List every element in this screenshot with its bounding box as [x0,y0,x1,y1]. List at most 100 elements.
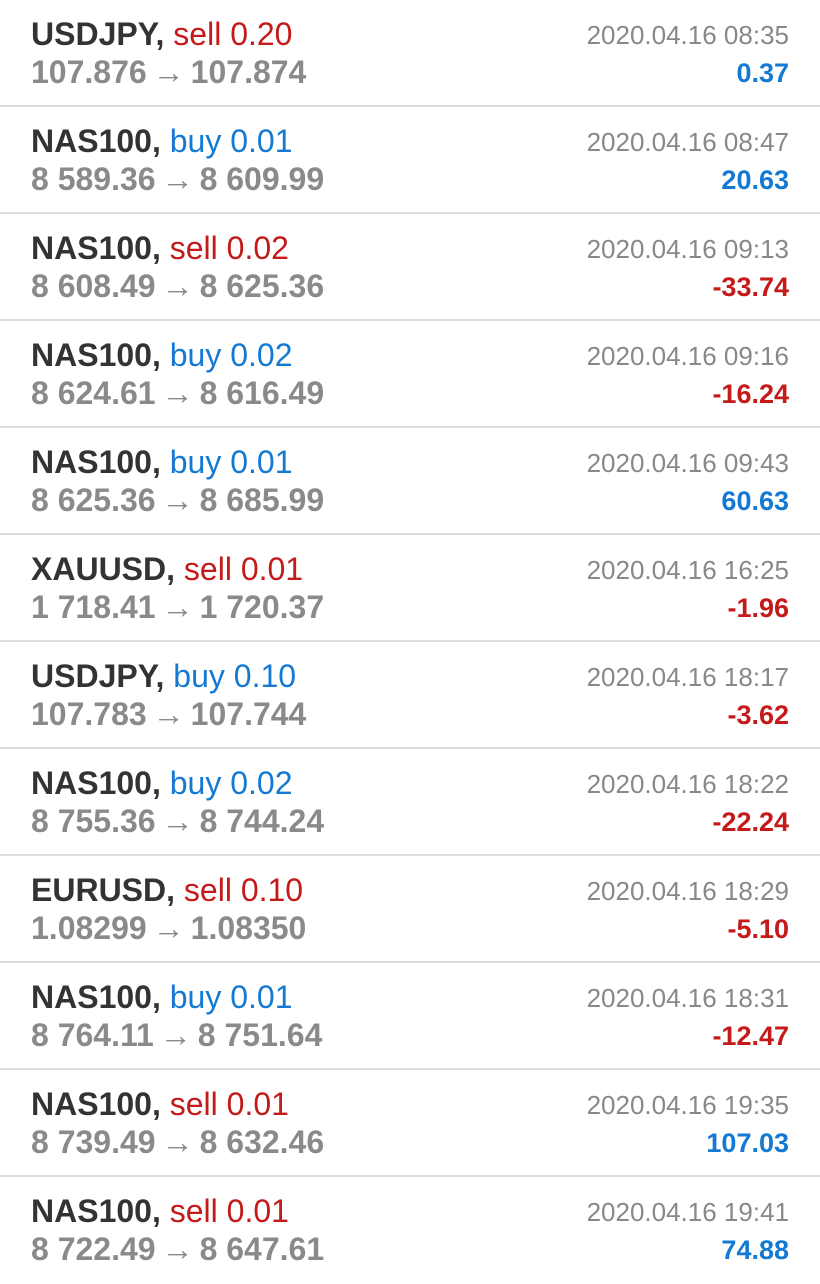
trade-close-price: 8 616.49 [199,375,325,411]
trade-close-price: 8 632.46 [199,1124,325,1160]
trade-header: NAS100, buy 0.01 [31,442,293,482]
trade-time: 2020.04.16 09:13 [586,234,789,264]
trade-prices: 8 764.11 → 8 751.64 [31,1015,322,1055]
trade-time: 2020.04.16 09:43 [586,448,789,478]
trade-symbol: NAS100 [31,123,152,159]
trade-profit: -1.96 [727,593,789,623]
trade-symbol: XAUUSD [31,551,167,587]
trade-row[interactable]: NAS100, sell 0.02 8 608.49 → 8 625.36 2020… [0,214,820,321]
trade-open-price: 107.783 [31,696,147,732]
trade-time: 2020.04.16 19:41 [586,1197,789,1227]
arrow-right-icon: → [161,375,194,411]
trade-prices: 1 718.41 → 1 720.37 [31,587,324,627]
arrow-right-icon: → [161,1124,194,1160]
trade-symbol: USDJPY [31,658,156,694]
trade-symbol: NAS100 [31,444,152,480]
arrow-right-icon: → [152,54,185,90]
trade-open-price: 1 718.41 [31,589,156,625]
trade-row[interactable]: NAS100, buy 0.01 8 589.36 → 8 609.99 2020.… [0,107,820,214]
trade-profit: -12.47 [712,1021,789,1051]
trade-close-price: 8 625.36 [199,268,325,304]
trade-volume: 0.01 [230,979,293,1015]
trade-prices: 107.783 → 107.744 [31,694,306,734]
arrow-right-icon: → [152,910,185,946]
trade-side: buy [169,123,222,159]
trade-profit: 0.37 [736,58,789,88]
trade-header: NAS100, buy 0.01 [31,121,293,161]
trade-open-price: 8 624.61 [31,375,156,411]
arrow-right-icon: → [161,161,194,197]
trade-profit: 60.63 [721,486,789,516]
trade-row[interactable]: USDJPY, sell 0.20 107.876 → 107.874 2020.0… [0,0,820,107]
trade-separator: , [151,444,161,480]
trade-profit: -33.74 [712,272,789,302]
trade-row[interactable]: NAS100, sell 0.01 8 739.49 → 8 632.46 2020… [0,1070,820,1177]
trade-time: 2020.04.16 19:35 [586,1090,789,1120]
trade-profit: -16.24 [712,379,789,409]
trade-profit: 74.88 [721,1235,789,1265]
trade-header: USDJPY, buy 0.10 [31,656,296,696]
trade-row[interactable]: USDJPY, buy 0.10 107.783 → 107.744 2020.04… [0,642,820,749]
trade-header: EURUSD, sell 0.10 [31,870,303,910]
trade-side: buy [169,337,222,373]
trade-close-price: 8 744.24 [199,803,325,839]
trade-volume: 0.02 [230,337,293,373]
arrow-right-icon: → [152,696,185,732]
trade-open-price: 8 755.36 [31,803,156,839]
trade-close-price: 8 751.64 [197,1017,323,1053]
trade-profit: 107.03 [706,1128,789,1158]
trade-prices: 8 722.49 → 8 647.61 [31,1229,324,1269]
arrow-right-icon: → [161,589,194,625]
trade-header: USDJPY, sell 0.20 [31,14,292,54]
trade-open-price: 8 739.49 [31,1124,156,1160]
trade-row[interactable]: XAUUSD, sell 0.01 1 718.41 → 1 720.37 2020… [0,535,820,642]
trade-time: 2020.04.16 18:29 [586,876,789,906]
trade-side: sell [169,1193,218,1229]
trade-time: 2020.04.16 18:17 [586,662,789,692]
trade-open-price: 8 625.36 [31,482,156,518]
trade-side: sell [173,16,222,52]
trade-header: NAS100, sell 0.01 [31,1191,289,1231]
trade-separator: , [151,765,161,801]
trade-volume: 0.01 [230,444,293,480]
trade-separator: , [151,1193,161,1229]
trade-prices: 8 589.36 → 8 609.99 [31,159,324,199]
trade-close-price: 107.744 [190,696,307,732]
trade-symbol: USDJPY [31,16,156,52]
trade-row[interactable]: NAS100, buy 0.02 8 624.61 → 8 616.49 2020.… [0,321,820,428]
trade-profit: -3.62 [727,700,789,730]
trade-volume: 0.02 [226,230,289,266]
trade-separator: , [166,551,176,587]
arrow-right-icon: → [161,268,194,304]
trade-side: sell [183,872,232,908]
arrow-right-icon: → [161,482,194,518]
trade-time: 2020.04.16 16:25 [586,555,789,585]
trade-separator: , [166,872,176,908]
trade-row[interactable]: NAS100, buy 0.02 8 755.36 → 8 744.24 2020.… [0,749,820,856]
trade-side: buy [169,444,222,480]
trade-symbol: NAS100 [31,230,152,266]
trade-side: sell [169,1086,218,1122]
trade-history-list: USDJPY, sell 0.20 107.876 → 107.874 2020.0… [0,0,820,1284]
trade-volume: 0.20 [230,16,293,52]
trade-separator: , [155,16,165,52]
trade-open-price: 8 608.49 [31,268,156,304]
trade-time: 2020.04.16 09:16 [586,341,789,371]
trade-open-price: 8 764.11 [31,1017,154,1053]
trade-volume: 0.02 [230,765,293,801]
trade-profit: 20.63 [721,165,789,195]
trade-row[interactable]: NAS100, buy 0.01 8 625.36 → 8 685.99 2020.… [0,428,820,535]
trade-volume: 0.10 [240,872,304,908]
trade-symbol: EURUSD [31,872,167,908]
trade-row[interactable]: NAS100, buy 0.01 8 764.11 → 8 751.64 2020.… [0,963,820,1070]
trade-volume: 0.01 [230,123,293,159]
trade-time: 2020.04.16 08:47 [586,127,789,157]
trade-separator: , [151,979,161,1015]
trade-prices: 1.08299 → 1.08350 [31,908,306,948]
arrow-right-icon: → [159,1017,192,1053]
trade-separator: , [155,658,165,694]
trade-row[interactable]: NAS100, sell 0.01 8 722.49 → 8 647.61 2020… [0,1177,820,1284]
trade-row[interactable]: EURUSD, sell 0.10 1.08299 → 1.08350 2020.0… [0,856,820,963]
trade-prices: 107.876 → 107.874 [31,52,306,92]
trade-header: NAS100, sell 0.02 [31,228,289,268]
